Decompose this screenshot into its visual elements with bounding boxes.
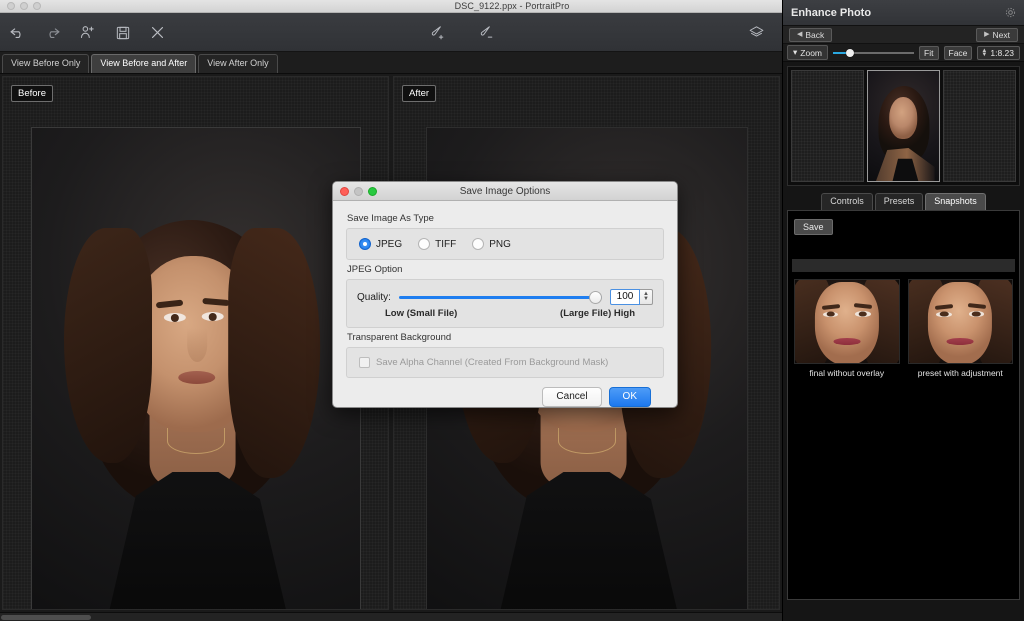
cancel-button[interactable]: Cancel xyxy=(542,387,602,407)
radio-png[interactable]: PNG xyxy=(472,238,511,250)
save-type-group: JPEG TIFF PNG xyxy=(346,228,664,260)
dialog-titlebar: Save Image Options xyxy=(333,182,677,201)
radio-jpeg-indicator xyxy=(359,238,371,250)
alpha-channel-row[interactable]: Save Alpha Channel (Created From Backgro… xyxy=(347,348,663,377)
radio-tiff-indicator xyxy=(418,238,431,250)
quality-slider-thumb[interactable] xyxy=(589,290,602,304)
quality-high-label: (Large File) High xyxy=(560,308,635,319)
quality-field: 100 ▲ ▼ xyxy=(610,289,653,305)
file-type-radio-group: JPEG TIFF PNG xyxy=(347,229,663,259)
dialog-body: Save Image As Type JPEG TIFF PNG JPEG Op… xyxy=(333,201,677,407)
radio-jpeg[interactable]: JPEG xyxy=(359,238,402,250)
portraitpro-window: DSC_9122.ppx - PortraitPro View Before O… xyxy=(0,0,1024,621)
jpeg-option-group: Quality: 100 ▲ ▼ Low (Small File) (Large … xyxy=(346,279,664,328)
radio-png-label: PNG xyxy=(489,238,511,250)
quality-label: Quality: xyxy=(357,291,391,303)
quality-low-label: Low (Small File) xyxy=(385,308,458,319)
dialog-actions: Cancel OK xyxy=(346,378,664,407)
quality-slider-track xyxy=(398,295,602,299)
quality-range-labels: Low (Small File) (Large File) High xyxy=(347,307,663,327)
quality-input[interactable]: 100 xyxy=(610,289,640,305)
alpha-channel-checkbox[interactable] xyxy=(359,357,370,368)
transparent-bg-section-label: Transparent Background xyxy=(347,332,452,343)
dialog-title: Save Image Options xyxy=(459,185,551,197)
save-type-section-label: Save Image As Type xyxy=(347,213,434,224)
jpeg-option-section-label: JPEG Option xyxy=(347,264,403,275)
quality-slider[interactable] xyxy=(398,290,602,304)
quality-stepper[interactable]: ▲ ▼ xyxy=(640,289,653,305)
quality-row: Quality: 100 ▲ ▼ xyxy=(347,280,663,307)
radio-jpeg-label: JPEG xyxy=(376,238,403,250)
radio-png-indicator xyxy=(472,238,485,250)
radio-tiff[interactable]: TIFF xyxy=(418,238,456,250)
modal-overlay: Save Image Options Save Image As Type JP… xyxy=(0,0,1024,621)
transparent-bg-group: Save Alpha Channel (Created From Backgro… xyxy=(346,347,664,378)
ok-button[interactable]: OK xyxy=(608,387,651,407)
alpha-channel-label: Save Alpha Channel (Created From Backgro… xyxy=(376,357,609,368)
save-image-options-dialog: Save Image Options Save Image As Type JP… xyxy=(332,181,678,408)
before-label: Before xyxy=(11,85,53,102)
after-label: After xyxy=(402,85,437,102)
radio-tiff-label: TIFF xyxy=(435,238,457,250)
